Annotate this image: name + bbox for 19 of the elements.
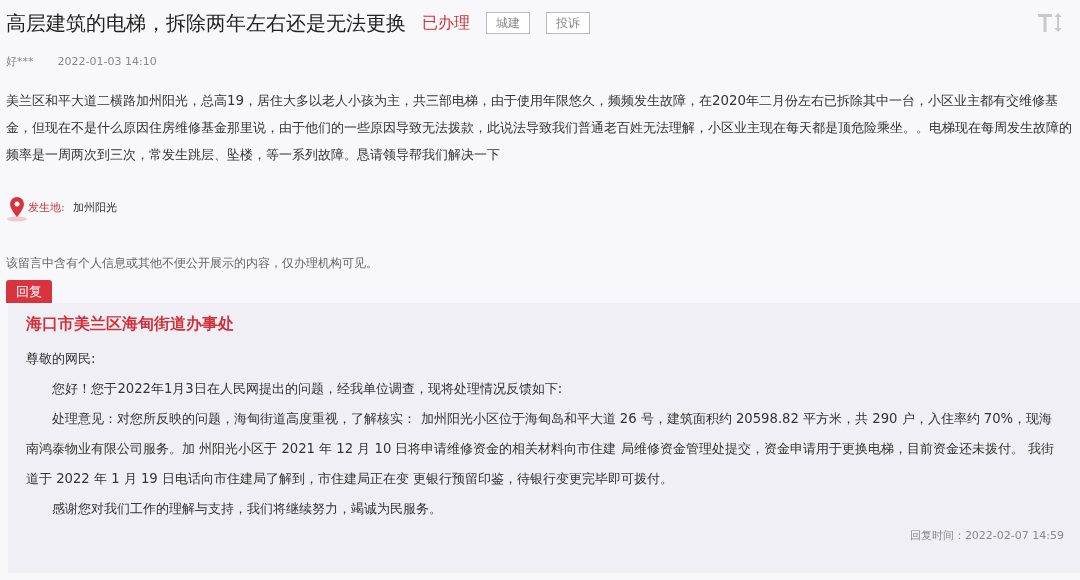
status-label: 已办理 [422,12,470,34]
reply-time: 回复时间：2022-02-07 14:59 [908,528,1064,545]
reply-paragraph: 您好！您于2022年1月3日在人民网提出的问题，经我单位调查，现将处理情况反馈如下: [51,380,564,399]
privacy-note: 该留言中含有个人信息或其他不便公开展示的内容，仅办理机构可见。 [6,254,379,272]
reply-paragraph: 感谢您对我们工作的理解与支持，我们将继续努力，竭诚为民服务。 [51,500,444,519]
page-title: 高层建筑的电梯，拆除两年左右还是无法更换 [6,10,406,37]
location-label: 发生地: [28,200,65,217]
post-date: 2022-01-03 14:10 [57,54,157,70]
location-value: 加州阳光 [72,200,117,217]
location-pin-icon [6,195,28,222]
author-name: 好*** [6,54,34,70]
category-tag[interactable]: 城建 [486,12,530,34]
font-size-icon[interactable] [1038,13,1064,33]
category-tag[interactable]: 投诉 [546,12,590,34]
greeting-text: 尊敬的网民: [26,350,97,369]
organization-name: 海口市美兰区海甸街道办事处 [26,314,235,335]
reply-tab[interactable]: 回复 [6,279,52,303]
post-content: 美兰区和平大道二横路加州阳光，总高19，居住大多以老人小孩为主，共三部电梯，由于使用年限悠久，频频发生故障，在2020年二月份左右已拆除其中一台，小区业主都有交维修基金，但现在不是什么原因住房维修基金那里说，由于他们的一些原因导致无法拨款，此说法导致我们普通老百姓无法理解，小区业主现在每天都是顶危险乘坐。。电梯现在每周发生故障的频率是一周两次到三次，常发生跳层、坠楼，等一系列故障。恳请领导帮我们解决一下 [6,91,1073,164]
reply-paragraph: 处理意见：对您所反映的问题，海甸街道高度重视，了解核实： 加州阳光小区位于海甸岛和平大道 26 号，建筑面积约 20598.82 平方米，共 290 户，入住率约 70%，现海南鸿泰物业有限公司服务。加 州阳光小区于 2021 年 12 月 10 日将申请维修资金的相关材料向市住建 局维修资金管理处提交，资金申请用于更换电梯，目前资金还未拨付。 我街道于 2022 年 1 月 19 日电话向市住建局了解到，市住建局正在变 更银行预留印鉴，待银行变更完毕即可拨付。 [26,410,1055,489]
